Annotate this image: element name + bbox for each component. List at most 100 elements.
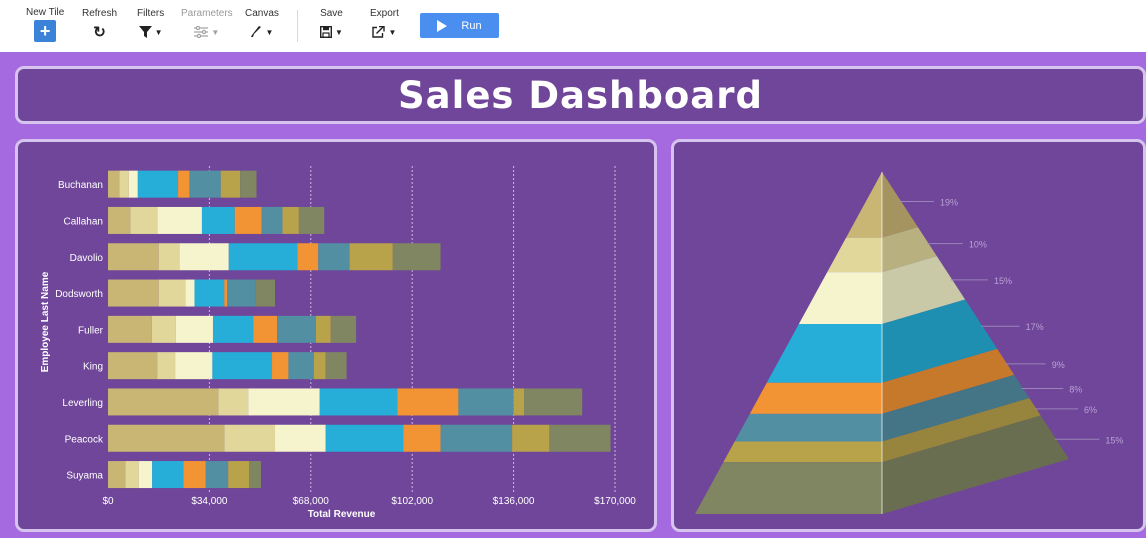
bar-segment[interactable] (248, 388, 320, 416)
bar-segment[interactable] (175, 352, 213, 380)
bar-segment[interactable] (205, 461, 229, 489)
bar-segment[interactable] (157, 206, 202, 234)
pyramid-slice[interactable] (749, 382, 882, 414)
x-tick-label: $0 (102, 496, 114, 507)
canvas-label: Canvas (245, 8, 279, 19)
bar-segment[interactable] (277, 315, 316, 343)
pyramid-slice[interactable] (798, 272, 882, 324)
filters-button[interactable]: Filters ▼ (137, 8, 164, 41)
bar-segment[interactable] (440, 424, 513, 452)
bar-segment[interactable] (397, 388, 459, 416)
bar-segment[interactable] (403, 424, 441, 452)
bar-segment[interactable] (152, 461, 184, 489)
save-button[interactable]: Save ▼ (320, 8, 343, 41)
export-button[interactable]: Export ▼ (370, 8, 399, 41)
bar-segment[interactable] (183, 461, 206, 489)
category-label: Davolio (70, 253, 104, 264)
bar-segment[interactable] (201, 206, 235, 234)
bar-segment[interactable] (108, 388, 219, 416)
bar-segment[interactable] (261, 206, 283, 234)
bar-segment[interactable] (255, 279, 276, 307)
sliders-icon: ▼ (194, 23, 219, 41)
bar-segment[interactable] (249, 461, 261, 489)
brush-icon: ▼ (250, 23, 273, 41)
bar-segment[interactable] (194, 279, 225, 307)
bar-segment[interactable] (512, 424, 550, 452)
bar-segment[interactable] (108, 243, 159, 271)
bar-segment[interactable] (325, 352, 347, 380)
bar-segment[interactable] (212, 352, 273, 380)
pyramid-slice-side[interactable] (882, 172, 918, 238)
bar-segment[interactable] (108, 424, 225, 452)
pyramid-slice[interactable] (723, 441, 882, 463)
category-label: King (83, 362, 103, 373)
bar-segment[interactable] (175, 315, 213, 343)
bar-segment[interactable] (108, 352, 158, 380)
pyramid-chart-tile[interactable]: 19% 10% 15% 17% 9% 8% 6% 15% (671, 139, 1146, 532)
pyramid-slice[interactable] (766, 324, 882, 383)
bar-segment[interactable] (228, 461, 250, 489)
new-tile-label: New Tile (26, 7, 65, 18)
bar-segment[interactable] (297, 243, 319, 271)
bar-segment[interactable] (108, 315, 152, 343)
bar-segment[interactable] (319, 388, 398, 416)
refresh-button[interactable]: Refresh ↻ (82, 8, 117, 41)
bar-segment[interactable] (128, 170, 138, 198)
bar-segment[interactable] (189, 170, 221, 198)
parameters-button[interactable]: Parameters ▼ (181, 8, 233, 41)
bar-segment[interactable] (298, 206, 325, 234)
bar-segment[interactable] (392, 243, 441, 271)
bar-segment[interactable] (157, 352, 176, 380)
bar-segment[interactable] (137, 170, 179, 198)
bar-segment[interactable] (220, 170, 241, 198)
bar-segment[interactable] (330, 315, 357, 343)
pyramid-slice[interactable] (734, 413, 882, 442)
bar-segment[interactable] (130, 206, 158, 234)
bar-segment[interactable] (513, 388, 525, 416)
bar-segment[interactable] (138, 461, 153, 489)
bar-segment[interactable] (108, 170, 120, 198)
pyramid-slice[interactable] (846, 172, 882, 238)
bar-segment[interactable] (288, 352, 314, 380)
bar-segment[interactable] (108, 279, 159, 307)
bar-segment[interactable] (272, 352, 289, 380)
bar-segment[interactable] (549, 424, 611, 452)
bar-segment[interactable] (119, 170, 129, 198)
pyramid-slice[interactable] (827, 237, 882, 273)
bar-segment[interactable] (240, 170, 257, 198)
bar-segment[interactable] (125, 461, 139, 489)
bar-segment[interactable] (524, 388, 583, 416)
bar-segment[interactable] (179, 243, 229, 271)
bar-segment[interactable] (325, 424, 404, 452)
bar-segment[interactable] (253, 315, 278, 343)
bar-segment[interactable] (275, 424, 326, 452)
bar-segment[interactable] (151, 315, 176, 343)
bar-segment[interactable] (228, 243, 298, 271)
new-tile-button[interactable]: New Tile + (26, 7, 64, 42)
canvas-button[interactable]: Canvas ▼ (245, 8, 279, 41)
bar-segment[interactable] (224, 279, 228, 307)
bar-segment[interactable] (212, 315, 254, 343)
title-tile[interactable]: Sales Dashboard (15, 66, 1146, 124)
bar-segment[interactable] (234, 206, 262, 234)
bar-segment[interactable] (349, 243, 393, 271)
bar-segment[interactable] (224, 424, 276, 452)
bar-segment[interactable] (178, 170, 190, 198)
bar-segment[interactable] (158, 279, 186, 307)
bar-segment[interactable] (108, 206, 131, 234)
bar-segment[interactable] (282, 206, 299, 234)
x-tick-label: $68,000 (293, 496, 330, 507)
bar-chart-tile[interactable]: Buchanan Callahan Davolio Dodsworth Fuller Ki… (15, 139, 657, 532)
bar-segment[interactable] (227, 279, 256, 307)
bar-segment[interactable] (315, 315, 331, 343)
bar-segment[interactable] (458, 388, 514, 416)
bar-segment[interactable] (185, 279, 195, 307)
bar-segment[interactable] (108, 461, 126, 489)
floppy-disk-icon: ▼ (320, 23, 343, 41)
pyramid-slice[interactable] (695, 462, 882, 514)
bar-segment[interactable] (313, 352, 326, 380)
bar-segment[interactable] (318, 243, 350, 271)
bar-segment[interactable] (218, 388, 249, 416)
run-button[interactable]: Run (420, 13, 499, 38)
bar-segment[interactable] (158, 243, 180, 271)
